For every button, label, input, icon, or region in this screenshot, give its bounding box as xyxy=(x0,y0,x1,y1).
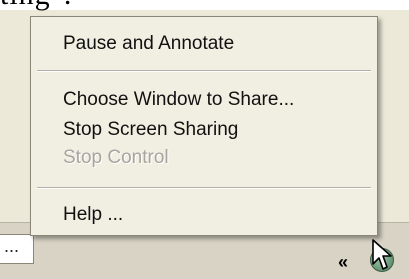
tray-expand-label[interactable]: « xyxy=(338,252,348,273)
mouse-pointer-icon xyxy=(372,239,392,270)
menu-item-stop-screen-sharing[interactable]: Stop Screen Sharing xyxy=(63,119,238,141)
menu-separator xyxy=(37,187,371,189)
context-menu: Pause and Annotate Choose Window to Shar… xyxy=(30,16,378,236)
menu-item-pause-and-annotate[interactable]: Pause and Annotate xyxy=(63,33,234,55)
menu-item-help[interactable]: Help ... xyxy=(63,204,123,226)
taskbar-button[interactable]: ... xyxy=(0,234,34,264)
menu-item-choose-window[interactable]: Choose Window to Share... xyxy=(63,89,294,111)
menu-separator xyxy=(37,70,371,72)
document-text-fragment: ting". xyxy=(0,0,72,12)
menu-item-stop-control: Stop Control xyxy=(63,147,169,168)
